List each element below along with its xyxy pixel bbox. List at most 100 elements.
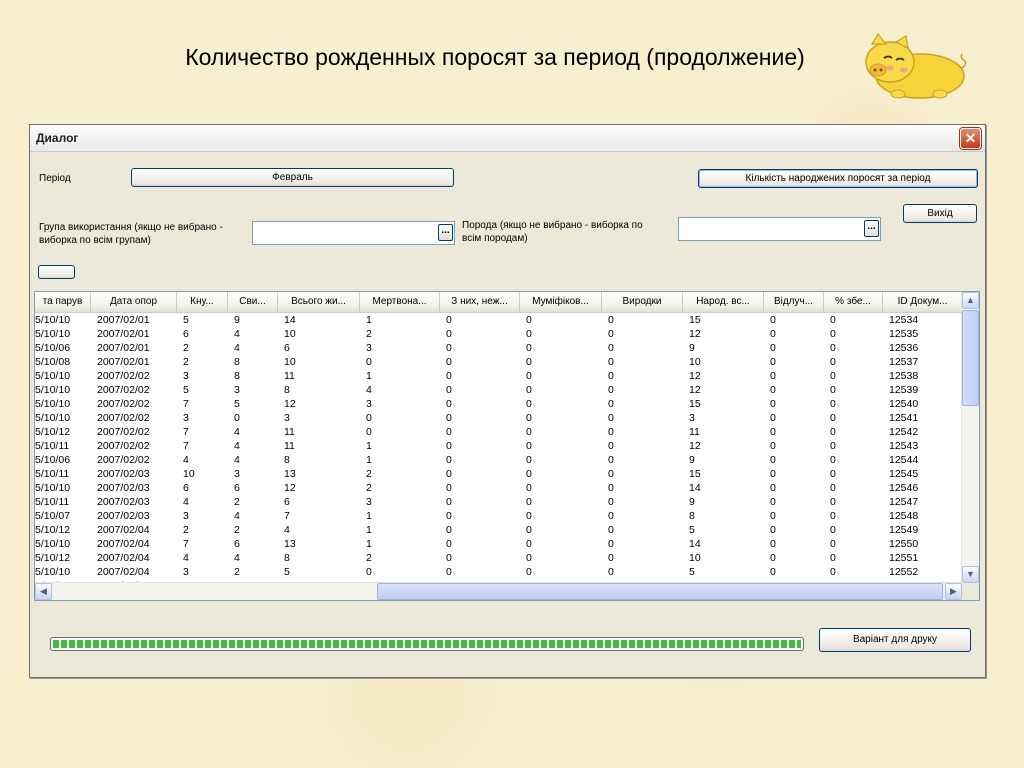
table-row[interactable]: 5/10/10 2007/02/02 7 5 12 3 0 0 0 15 0 0 12540	[35, 397, 963, 411]
table-cell: 3	[366, 342, 372, 354]
print-variant-button[interactable]: Варіант для друку	[819, 628, 971, 652]
table-cell: 2	[366, 468, 372, 480]
table-cell: 0	[526, 370, 532, 382]
column-header[interactable]: Кну...	[177, 292, 228, 312]
table-cell: 5	[183, 384, 189, 396]
table-cell: 12549	[889, 524, 919, 536]
column-header[interactable]: Всього жи...	[278, 292, 360, 312]
column-header[interactable]: Муміфіков...	[520, 292, 602, 312]
table-row[interactable]: 5/10/10 2007/02/02 5 3 8 4 0 0 0 12 0 0 12539	[35, 383, 963, 397]
table-row[interactable]: 5/10/10 2007/02/01 5 9 14 1 0 0 0 15 0 0 12534	[35, 313, 963, 327]
scroll-left-icon[interactable]: ◀	[35, 583, 52, 600]
horizontal-scroll-thumb[interactable]	[377, 583, 943, 600]
table-cell: 0	[366, 566, 372, 578]
table-row[interactable]: 5/10/11 2007/02/03 10 3 13 2 0 0 0 15 0 0 12545	[35, 467, 963, 481]
table-cell: 1	[366, 454, 372, 466]
breed-label-line1: Порода (якщо не вибрано - виборка по	[462, 220, 643, 231]
table-row[interactable]: 5/10/10 2007/02/02 3 0 3 0 0 0 0 3 0 0 12541	[35, 411, 963, 425]
count-piglets-button[interactable]: Кількість народжених поросят за період	[698, 169, 978, 188]
scroll-down-icon[interactable]: ▼	[962, 566, 979, 583]
table-cell: 2007/02/02	[97, 454, 150, 466]
column-header[interactable]: та парув	[35, 292, 91, 312]
group-input[interactable]: ...	[252, 221, 455, 245]
table-row[interactable]: 5/10/08 2007/02/01 2 8 10 0 0 0 0 10 0 0 12537	[35, 355, 963, 369]
table-row[interactable]: 5/10/07 2007/02/03 3 4 7 1 0 0 0 8 0 0 12548	[35, 509, 963, 523]
table-row[interactable]: 5/10/12 2007/02/04 2 2 4 1 0 0 0 5 0 0 12549	[35, 523, 963, 537]
table-cell: 3	[234, 468, 240, 480]
table-cell: 0	[446, 328, 452, 340]
table-row[interactable]: 5/10/10 2007/02/02 3 8 11 1 0 0 0 12 0 0 12538	[35, 369, 963, 383]
table-cell: 12	[284, 482, 296, 494]
table-cell: 2007/02/04	[97, 552, 150, 564]
table-cell: 0	[770, 412, 776, 424]
table-cell: 12551	[889, 552, 919, 564]
table-cell: 12545	[889, 468, 919, 480]
column-header[interactable]: З них, неж...	[440, 292, 520, 312]
table-cell: 12534	[889, 314, 919, 326]
blank-button[interactable]	[38, 265, 75, 279]
table-cell: 10	[689, 552, 701, 564]
vertical-scroll-thumb[interactable]	[962, 310, 979, 406]
table-cell: 5/10/10	[35, 328, 71, 340]
table-cell: 8	[284, 454, 290, 466]
table-cell: 14	[689, 482, 701, 494]
group-browse-button[interactable]: ...	[438, 224, 453, 241]
table-cell: 4	[183, 454, 189, 466]
column-header[interactable]: Відлуч...	[764, 292, 824, 312]
table-cell: 4	[234, 426, 240, 438]
table-cell: 2007/02/02	[97, 398, 150, 410]
table-row[interactable]: 5/10/10 2007/02/04 7 6 13 1 0 0 0 14 0 0 12550	[35, 537, 963, 551]
table-cell: 0	[446, 370, 452, 382]
table-cell: 2007/02/02	[97, 440, 150, 452]
horizontal-scrollbar[interactable]: ◀ ▶	[35, 582, 963, 600]
column-header[interactable]: Мертвона...	[360, 292, 440, 312]
table-cell: 12	[689, 328, 701, 340]
table-cell: 0	[446, 552, 452, 564]
vertical-scrollbar[interactable]: ▲ ▼	[961, 292, 979, 583]
exit-button[interactable]: Вихід	[903, 204, 977, 223]
breed-input[interactable]: ...	[678, 217, 881, 241]
table-cell: 0	[608, 566, 614, 578]
table-row[interactable]: 5/10/12 2007/02/02 7 4 11 0 0 0 0 11 0 0 12542	[35, 425, 963, 439]
table-cell: 0	[770, 426, 776, 438]
column-header[interactable]: Сви...	[228, 292, 278, 312]
table-row[interactable]: 5/10/10 2007/02/01 6 4 10 2 0 0 0 12 0 0 12535	[35, 327, 963, 341]
table-cell: 0	[770, 482, 776, 494]
table-row[interactable]: 5/10/11 2007/02/03 4 2 6 3 0 0 0 9 0 0 12547	[35, 495, 963, 509]
dialog-titlebar[interactable]: Диалог ✕	[30, 125, 985, 152]
table-cell: 1	[366, 370, 372, 382]
table-cell: 5/10/10	[35, 384, 71, 396]
table-cell: 8	[689, 510, 695, 522]
table-cell: 2	[366, 328, 372, 340]
table-row[interactable]: 5/10/06 2007/02/02 4 4 8 1 0 0 0 9 0 0 12544	[35, 453, 963, 467]
column-header[interactable]: Виродки	[602, 292, 683, 312]
data-grid[interactable]: та парув Дата опор Кну... Сви... Всього жи..…	[34, 291, 980, 601]
table-row[interactable]: 5/10/10 2007/02/04 3 2 5 0 0 0 0 5 0 0 12552	[35, 565, 963, 579]
table-row[interactable]: 5/10/11 2007/02/02 7 4 11 1 0 0 0 12 0 0 12543	[35, 439, 963, 453]
close-icon[interactable]: ✕	[960, 128, 981, 149]
table-cell: 0	[526, 328, 532, 340]
table-row[interactable]: 5/10/06 2007/02/01 2 4 6 3 0 0 0 9 0 0 12536	[35, 341, 963, 355]
column-header[interactable]: Дата опор	[91, 292, 177, 312]
table-row[interactable]: 5/10/12 2007/02/04 4 4 8 2 0 0 0 10 0 0 12551	[35, 551, 963, 565]
table-cell: 0	[366, 356, 372, 368]
period-select-button[interactable]: Февраль	[131, 168, 454, 187]
breed-label-line2: всім породам)	[462, 233, 528, 244]
progress-bar	[50, 637, 804, 651]
table-cell: 0	[608, 370, 614, 382]
scroll-up-icon[interactable]: ▲	[962, 292, 979, 309]
column-header[interactable]: Народ. вс...	[683, 292, 764, 312]
column-header[interactable]: % збе...	[824, 292, 883, 312]
breed-browse-button[interactable]: ...	[864, 220, 879, 237]
table-cell: 0	[608, 398, 614, 410]
table-cell: 0	[770, 384, 776, 396]
table-row[interactable]: 5/10/10 2007/02/03 6 6 12 2 0 0 0 14 0 0 12546	[35, 481, 963, 495]
table-cell: 0	[770, 496, 776, 508]
table-cell: 2	[183, 342, 189, 354]
column-header[interactable]: ID Докум...	[883, 292, 963, 312]
scroll-right-icon[interactable]: ▶	[945, 583, 962, 600]
table-cell: 12543	[889, 440, 919, 452]
table-cell: 0	[608, 328, 614, 340]
table-cell: 0	[446, 314, 452, 326]
table-cell: 12540	[889, 398, 919, 410]
